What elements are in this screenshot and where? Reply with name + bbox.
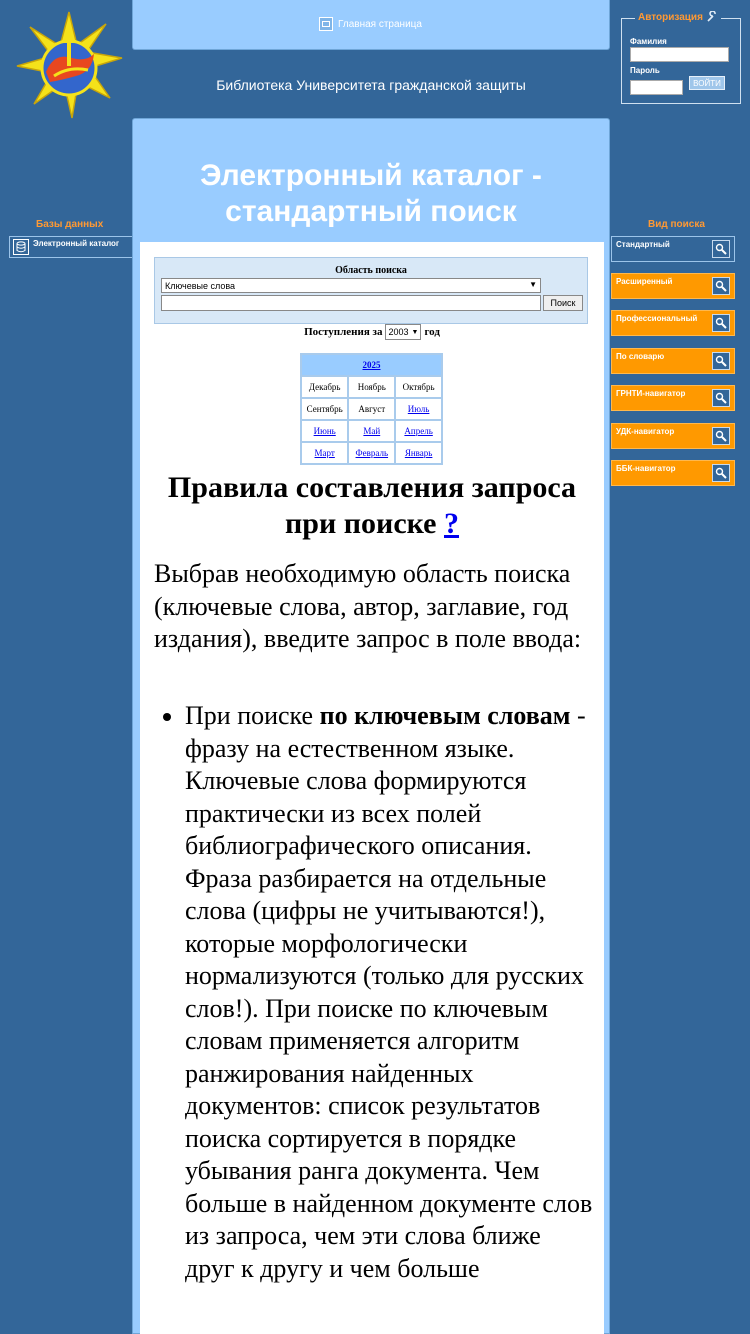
arrivals-calendar: 2025 Декабрь Ноябрь Октябрь Сентябрь Авг…: [300, 353, 443, 465]
search-type-extended[interactable]: Расширенный: [611, 273, 735, 299]
bullet-text: - фразу на естественном языке. Ключевые …: [185, 701, 593, 1283]
rules-intro: Выбрав необходимую область поиска (ключе…: [154, 559, 582, 653]
magnifier-icon: [712, 427, 730, 445]
search-form: Область поиска Ключевые слова ▼ Поиск: [154, 257, 588, 324]
list-item: При поиске по ключевым словам - фразу на…: [185, 700, 594, 1285]
calendar-month-cell: Май: [348, 420, 396, 442]
auth-panel: Авторизация Фамилия Пароль ВОЙТИ: [621, 11, 741, 104]
chevron-down-icon: ▼: [529, 280, 537, 289]
password-input[interactable]: [630, 80, 683, 95]
search-type-label: Профессиональный: [616, 314, 698, 323]
search-type-label: Стандартный: [616, 240, 670, 249]
search-area-label: Область поиска: [335, 265, 407, 276]
rules-title: Правила составления запроса при поиске: [167, 471, 577, 540]
search-type-label: По словарю: [616, 352, 665, 361]
search-type-label: УДК-навигатор: [616, 427, 675, 436]
calendar-month-cell: Июль: [395, 398, 442, 420]
calendar-month-link[interactable]: Январь: [405, 448, 433, 458]
calendar-month-link[interactable]: Апрель: [404, 426, 432, 436]
page-title: Электронный каталог - стандартный поиск: [200, 159, 542, 228]
content-area: Область поиска Ключевые слова ▼ Поиск По…: [140, 242, 604, 1334]
search-type-label: Расширенный: [616, 277, 673, 286]
auth-legend: Авторизация: [635, 11, 721, 23]
search-area-select[interactable]: Ключевые слова ▼: [161, 278, 541, 293]
magnifier-icon: [712, 352, 730, 370]
calendar-month-cell: Июнь: [301, 420, 349, 442]
chevron-down-icon: ▼: [411, 328, 419, 336]
surname-input[interactable]: [630, 47, 729, 62]
calendar-month-link[interactable]: Июль: [408, 404, 430, 414]
calendar-month-cell: Февраль: [348, 442, 396, 464]
wrench-icon: [707, 11, 716, 22]
library-title: Библиотека Университета гражданской защи…: [216, 77, 526, 93]
calendar-row: Июнь Май Апрель: [301, 420, 442, 442]
search-type-standard[interactable]: Стандартный: [611, 236, 735, 262]
magnifier-icon: [712, 314, 730, 332]
home-link[interactable]: Главная страница: [319, 17, 422, 31]
search-type-professional[interactable]: Профессиональный: [611, 310, 735, 336]
bullet-prefix: При поиске: [185, 701, 320, 730]
surname-label: Фамилия: [630, 37, 667, 46]
header-box: Главная страница: [132, 0, 610, 50]
university-emblem-logo[interactable]: [14, 10, 124, 120]
home-link-label: Главная страница: [338, 18, 422, 30]
calendar-month-cell: Апрель: [395, 420, 442, 442]
magnifier-icon: [712, 277, 730, 295]
calendar-month: Октябрь: [395, 376, 442, 398]
calendar-month-cell: Январь: [395, 442, 442, 464]
magnifier-icon: [712, 240, 730, 258]
calendar-year-link[interactable]: 2025: [363, 360, 381, 370]
search-type-grnti-navigator[interactable]: ГРНТИ-навигатор: [611, 385, 735, 411]
search-type-bbk-navigator[interactable]: ББК-навигатор: [611, 460, 735, 486]
password-label: Пароль: [630, 66, 660, 75]
bullet-bold: по ключевым словам: [319, 701, 571, 730]
calendar-month-link[interactable]: Февраль: [356, 448, 389, 458]
arrivals-year: 2003: [388, 327, 409, 337]
calendar-month: Сентябрь: [301, 398, 349, 420]
home-page-icon: [319, 17, 333, 31]
auth-title: Авторизация: [638, 11, 703, 23]
arrivals-label: Поступления за: [304, 326, 383, 338]
rules-heading: Правила составления запроса при поиске ?: [154, 470, 590, 542]
sidebar-item-electronic-catalog[interactable]: Электронный каталог: [9, 236, 134, 258]
calendar-month-link[interactable]: Март: [315, 448, 335, 458]
login-button[interactable]: ВОЙТИ: [689, 76, 725, 90]
arrivals-year-suffix: год: [424, 326, 440, 338]
search-type-dictionary[interactable]: По словарю: [611, 348, 735, 374]
calendar-row: Сентябрь Август Июль: [301, 398, 442, 420]
magnifier-icon: [712, 464, 730, 482]
calendar-month: Август: [348, 398, 396, 420]
search-type-heading: Вид поиска: [648, 219, 705, 230]
search-button[interactable]: Поиск: [543, 295, 583, 311]
arrivals-row: Поступления за 2003 ▼ год: [140, 324, 604, 340]
calendar-month: Ноябрь: [348, 376, 396, 398]
search-query-input[interactable]: [161, 295, 541, 311]
magnifier-icon: [712, 389, 730, 407]
help-link[interactable]: ?: [444, 507, 459, 540]
database-icon: [13, 239, 29, 255]
calendar-row: Декабрь Ноябрь Октябрь: [301, 376, 442, 398]
search-type-label: ББК-навигатор: [616, 464, 676, 473]
calendar-month-cell: Март: [301, 442, 349, 464]
sidebar-item-label: Электронный каталог: [33, 239, 120, 248]
search-type-udk-navigator[interactable]: УДК-навигатор: [611, 423, 735, 449]
calendar-year-cell: 2025: [301, 354, 442, 376]
databases-heading: Базы данных: [36, 219, 104, 230]
search-area-selected: Ключевые слова: [165, 280, 236, 291]
rules-list: При поиске по ключевым словам - фразу на…: [154, 700, 594, 1285]
calendar-month: Декабрь: [301, 376, 349, 398]
search-type-label: ГРНТИ-навигатор: [616, 389, 686, 398]
calendar-row: Март Февраль Январь: [301, 442, 442, 464]
calendar-month-link[interactable]: Май: [363, 426, 380, 436]
arrivals-year-select[interactable]: 2003 ▼: [385, 324, 422, 340]
calendar-month-link[interactable]: Июнь: [314, 426, 336, 436]
